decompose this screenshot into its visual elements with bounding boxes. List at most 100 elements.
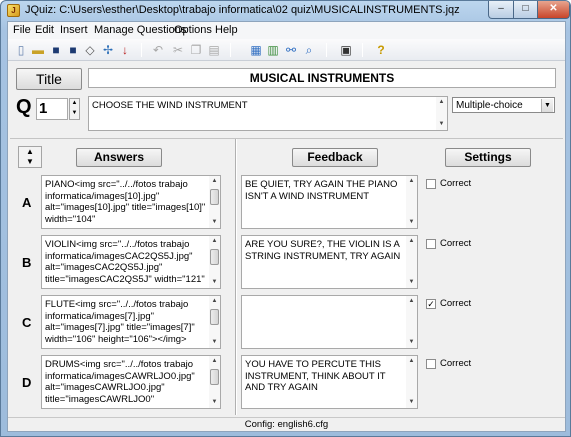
column-divider <box>235 139 237 415</box>
scroll-up-icon[interactable]: ▲ <box>406 237 417 246</box>
answer-text-area[interactable]: VIOLIN<img src="../../fotos trabajo info… <box>41 235 221 289</box>
config-icon[interactable]: ▦ <box>248 42 264 58</box>
answer-letter: B <box>22 255 32 270</box>
config-status: Config: english6.cfg <box>244 419 329 430</box>
search-icon[interactable]: ⌕ <box>301 42 317 58</box>
toolbar-separator <box>362 43 363 57</box>
feedback-text-area[interactable]: ARE YOU SURE?, THE VIOLIN IS A STRING IN… <box>241 235 418 289</box>
monitor-icon[interactable]: ▣ <box>338 42 354 58</box>
scroll-up-icon[interactable]: ▲ <box>209 357 220 366</box>
move-down-icon[interactable]: ▼ <box>19 157 41 167</box>
scroll-down-icon[interactable]: ▼ <box>209 218 220 227</box>
menu-options[interactable]: Options <box>174 24 212 36</box>
title-button[interactable]: Title <box>16 68 82 90</box>
scroll-down-icon[interactable]: ▼ <box>436 120 447 129</box>
scroll-down-icon[interactable]: ▼ <box>406 338 417 347</box>
scroll-thumb[interactable] <box>210 189 219 205</box>
answer-text-area[interactable]: FLUTE<img src="../../fotos trabajo infor… <box>41 295 221 349</box>
settings-header-button[interactable]: Settings <box>445 148 531 167</box>
menu-edit[interactable]: Edit <box>35 24 54 36</box>
chevron-down-icon[interactable]: ▼ <box>541 99 553 112</box>
answer-letter: A <box>22 195 32 210</box>
feedback-scrollbar[interactable]: ▲ ▼ <box>406 176 417 228</box>
menu-manage-questions[interactable]: Manage Questions <box>94 24 186 36</box>
correct-checkbox[interactable] <box>426 239 436 249</box>
question-number-input[interactable]: 1 <box>36 98 68 120</box>
menu-help[interactable]: Help <box>215 24 238 36</box>
window-title: JQuiz: C:\Users\esther\Desktop\trabajo i… <box>25 4 460 16</box>
correct-checkbox[interactable]: ✓ <box>426 299 436 309</box>
save-as-icon[interactable]: ■ <box>65 42 81 58</box>
copy-icon[interactable]: ❐ <box>188 42 204 58</box>
scroll-up-icon[interactable]: ▲ <box>209 177 220 186</box>
check-mark-icon: ✓ <box>427 299 435 309</box>
answer-text-area[interactable]: DRUMS<img src="../../fotos trabajo infor… <box>41 355 221 409</box>
scroll-up-icon[interactable]: ▲ <box>406 297 417 306</box>
move-up-icon[interactable]: ▲ <box>19 147 41 157</box>
undo-icon[interactable]: ↶ <box>150 42 166 58</box>
answer-letter: D <box>22 375 32 390</box>
close-button[interactable]: ✕ <box>537 1 570 19</box>
arrow-down-icon[interactable]: ↓ <box>117 42 133 58</box>
spinner-up-icon[interactable]: ▲ <box>70 99 79 109</box>
paste-icon[interactable]: ▤ <box>206 42 222 58</box>
scroll-thumb[interactable] <box>210 249 219 265</box>
scroll-down-icon[interactable]: ▼ <box>209 278 220 287</box>
answer-scrollbar[interactable]: ▲ ▼ <box>209 176 220 228</box>
question-text: CHOOSE THE WIND INSTRUMENT <box>92 100 248 111</box>
feedback-scrollbar[interactable]: ▲ ▼ <box>406 296 417 348</box>
scroll-down-icon[interactable]: ▼ <box>406 398 417 407</box>
help-icon[interactable]: ? <box>373 42 389 58</box>
answer-scrollbar[interactable]: ▲ ▼ <box>209 356 220 408</box>
menu-insert[interactable]: Insert <box>60 24 88 36</box>
correct-checkbox[interactable] <box>426 359 436 369</box>
link-icon[interactable]: ⚯ <box>283 42 299 58</box>
answer-scrollbar[interactable]: ▲ ▼ <box>209 296 220 348</box>
cut-icon[interactable]: ✂ <box>170 42 186 58</box>
scroll-up-icon[interactable]: ▲ <box>436 98 447 107</box>
scroll-down-icon[interactable]: ▼ <box>406 278 417 287</box>
toolbar-separator <box>141 43 142 57</box>
open-folder-icon[interactable]: ▬ <box>30 42 46 58</box>
web-export-icon[interactable]: ✢ <box>100 42 116 58</box>
correct-label: Correct <box>440 238 472 249</box>
scroll-down-icon[interactable]: ▼ <box>209 338 220 347</box>
answer-text-area[interactable]: PIANO<img src="../../fotos trabajo infor… <box>41 175 221 229</box>
eraser-icon[interactable]: ◇ <box>82 42 98 58</box>
scroll-up-icon[interactable]: ▲ <box>209 297 220 306</box>
question-spinner[interactable]: ▲ ▼ <box>69 98 80 120</box>
feedback-scrollbar[interactable]: ▲ ▼ <box>406 356 417 408</box>
minimize-button[interactable]: – <box>488 1 514 19</box>
reorder-answers-spinner[interactable]: ▲ ▼ <box>18 146 42 168</box>
feedback-scrollbar[interactable]: ▲ ▼ <box>406 236 417 288</box>
new-file-icon[interactable]: ▯ <box>13 42 29 58</box>
answers-header-button[interactable]: Answers <box>76 148 162 167</box>
feedback-text-area[interactable]: BE QUIET, TRY AGAIN THE PIANO ISN'T A WI… <box>241 175 418 229</box>
client-area: File Edit Insert Manage Questions Option… <box>7 21 566 432</box>
question-text-area[interactable]: CHOOSE THE WIND INSTRUMENT ▲ ▼ <box>88 96 448 131</box>
quiz-title-input[interactable]: MUSICAL INSTRUMENTS <box>88 68 556 88</box>
question-scrollbar[interactable]: ▲ ▼ <box>436 97 447 130</box>
feedback-text-area[interactable]: ▲ ▼ <box>241 295 418 349</box>
correct-checkbox[interactable] <box>426 179 436 189</box>
scroll-down-icon[interactable]: ▼ <box>406 218 417 227</box>
scroll-down-icon[interactable]: ▼ <box>209 398 220 407</box>
maximize-button[interactable]: □ <box>513 1 538 19</box>
scroll-up-icon[interactable]: ▲ <box>406 357 417 366</box>
save-icon[interactable]: ■ <box>48 42 64 58</box>
scroll-up-icon[interactable]: ▲ <box>209 237 220 246</box>
menu-file[interactable]: File <box>13 24 31 36</box>
feedback-header-button[interactable]: Feedback <box>292 148 378 167</box>
feedback-text-area[interactable]: YOU HAVE TO PERCUTE THIS INSTRUMENT, THI… <box>241 355 418 409</box>
question-type-select[interactable]: Multiple-choice ▼ <box>452 97 555 113</box>
correct-label: Correct <box>440 298 472 309</box>
scroll-thumb[interactable] <box>210 309 219 325</box>
scroll-thumb[interactable] <box>210 369 219 385</box>
spinner-down-icon[interactable]: ▼ <box>70 109 79 119</box>
scroll-up-icon[interactable]: ▲ <box>406 177 417 186</box>
status-bar: Config: english6.cfg <box>8 417 565 431</box>
feedback-text: BE QUIET, TRY AGAIN THE PIANO ISN'T A WI… <box>245 179 401 202</box>
image-icon[interactable]: ▥ <box>265 42 281 58</box>
answer-scrollbar[interactable]: ▲ ▼ <box>209 236 220 288</box>
title-bar[interactable]: J JQuiz: C:\Users\esther\Desktop\trabajo… <box>1 1 570 21</box>
